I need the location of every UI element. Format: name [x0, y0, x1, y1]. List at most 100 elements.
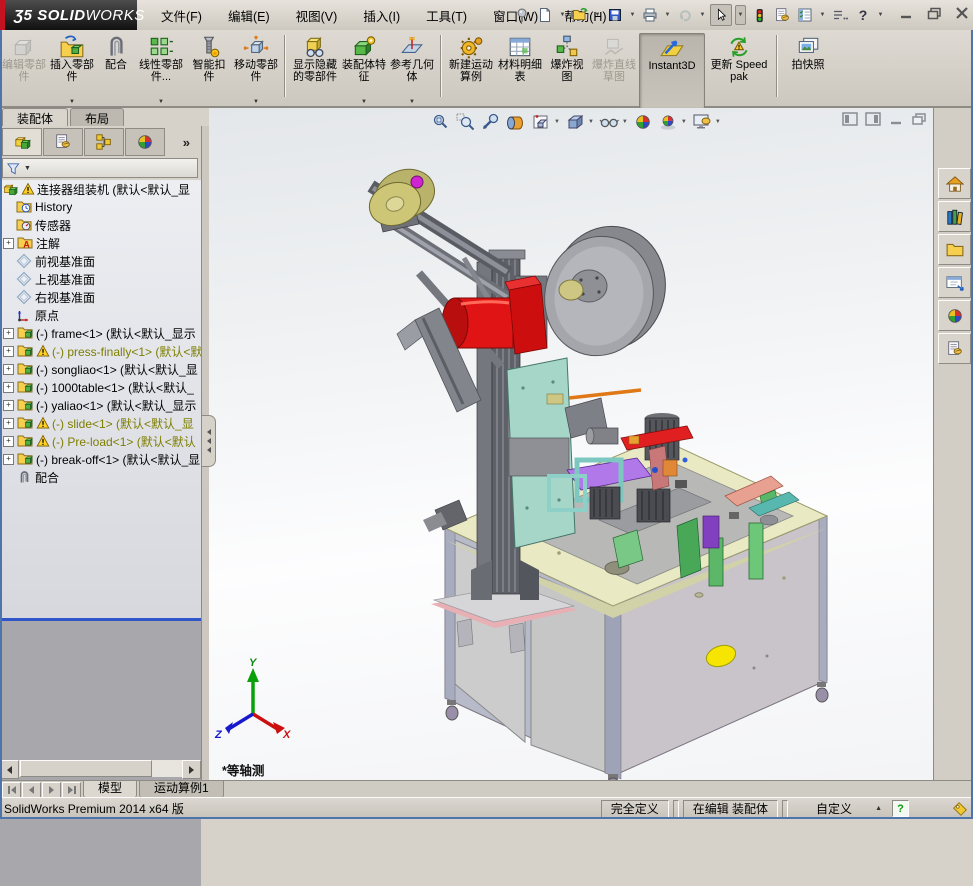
tab-layout[interactable]: 布局: [70, 108, 125, 126]
linear-component-pattern-button[interactable]: 线性零部件... ▼: [137, 33, 185, 107]
status-help-button[interactable]: ?: [892, 800, 909, 817]
previous-tab-button[interactable]: [22, 782, 41, 798]
scroll-left-button[interactable]: [0, 760, 19, 779]
help-icon[interactable]: ?: [853, 5, 873, 25]
select-cursor-icon[interactable]: [710, 4, 732, 26]
open-file-dropdown[interactable]: ▼: [593, 12, 602, 18]
help-dropdown[interactable]: ▼: [876, 12, 885, 18]
select-dropdown[interactable]: ▼: [735, 5, 746, 25]
print-icon[interactable]: [640, 5, 660, 25]
show-right-pane-icon[interactable]: [865, 112, 881, 126]
view-orientation-dropdown[interactable]: ▼: [554, 119, 560, 125]
expand-toggle[interactable]: [3, 345, 14, 357]
print-dropdown[interactable]: ▼: [663, 12, 672, 18]
panel-overflow-chevron[interactable]: »: [183, 135, 190, 150]
zoom-to-selection-icon[interactable]: [481, 113, 501, 131]
menu-tools[interactable]: 工具(T): [413, 6, 480, 25]
menu-edit[interactable]: 编辑(E): [215, 6, 283, 25]
save-dropdown[interactable]: ▼: [628, 12, 637, 18]
expand-toggle[interactable]: [3, 237, 14, 249]
assembly-features-button[interactable]: 装配体特征 ▼: [341, 33, 387, 107]
insert-component-button[interactable]: 插入零部件 ▼: [49, 33, 95, 107]
tree-item-songliao[interactable]: (-) songliao<1> (默认<默认_显: [0, 360, 201, 378]
display-style-icon[interactable]: [565, 113, 585, 131]
mate-button[interactable]: 配合: [97, 33, 135, 107]
tab-assembly[interactable]: 装配体: [2, 108, 69, 126]
expand-toggle[interactable]: [3, 453, 14, 465]
menu-insert[interactable]: 插入(I): [350, 6, 413, 25]
tree-item-break-off[interactable]: (-) break-off<1> (默认<默认_显: [0, 450, 201, 468]
scroll-right-button[interactable]: [182, 760, 201, 779]
tree-item-slide[interactable]: (-) slide<1> (默认<默认_显: [0, 414, 201, 432]
tree-item-history[interactable]: History: [0, 198, 201, 216]
new-motion-study-button[interactable]: 新建运动算例: [447, 33, 495, 107]
move-component-button[interactable]: 移动零部件 ▼: [233, 33, 279, 107]
view-orientation-icon[interactable]: [531, 113, 551, 131]
units-selector[interactable]: 自定义: [792, 801, 861, 817]
reference-geometry-button[interactable]: 参考几何体 ▼: [389, 33, 435, 107]
zoom-fit-icon[interactable]: [431, 113, 451, 131]
displaymanager-tab[interactable]: [125, 128, 165, 156]
document-restore-icon[interactable]: [911, 112, 927, 126]
view-settings-icon[interactable]: [692, 113, 712, 131]
dropdown-arrow[interactable]: ▼: [361, 99, 367, 105]
view-palette-tab[interactable]: [938, 267, 971, 298]
expand-toggle[interactable]: [3, 417, 14, 429]
instant3d-button[interactable]: Instant3D: [639, 33, 705, 109]
undo-dropdown[interactable]: ▼: [698, 12, 707, 18]
take-snapshot-button[interactable]: 拍快照: [783, 33, 833, 107]
motion-study-tab[interactable]: 运动算例1: [139, 781, 224, 798]
menu-file[interactable]: 文件(F): [148, 6, 215, 25]
tree-item-pre-load[interactable]: (-) Pre-load<1> (默认<默认: [0, 432, 201, 450]
open-file-icon[interactable]: [570, 5, 590, 25]
zoom-area-icon[interactable]: [456, 113, 476, 131]
apply-scene-dropdown[interactable]: ▼: [681, 119, 687, 125]
panel-horizontal-scrollbar[interactable]: [0, 760, 201, 779]
graphics-viewport[interactable]: ▼ ▼ ▼ ▼ ▼ Y X Z *等轴测: [209, 108, 933, 780]
tree-item-front-plane[interactable]: 前视基准面: [0, 252, 201, 270]
undo-icon[interactable]: [675, 5, 695, 25]
minimize-button[interactable]: [896, 5, 916, 21]
featuremanager-tab[interactable]: [2, 128, 42, 156]
apply-scene-icon[interactable]: [658, 113, 678, 131]
expand-toggle[interactable]: [3, 381, 14, 393]
scroll-thumb[interactable]: [20, 760, 152, 777]
dropdown-arrow[interactable]: ▼: [253, 99, 259, 105]
tree-item-right-plane[interactable]: 右视基准面: [0, 288, 201, 306]
panel-splitter-handle[interactable]: [202, 415, 216, 467]
configurationmanager-tab[interactable]: [84, 128, 124, 156]
tree-item-1000table[interactable]: (-) 1000table<1> (默认<默认_: [0, 378, 201, 396]
tree-item-annotations[interactable]: 注解: [0, 234, 201, 252]
options-dropdown[interactable]: ▼: [818, 12, 827, 18]
units-dropdown-arrow[interactable]: ▲: [875, 805, 882, 812]
section-view-icon[interactable]: [506, 113, 526, 131]
new-file-icon[interactable]: [535, 5, 555, 25]
orange-rod[interactable]: [568, 388, 642, 400]
design-library-tab[interactable]: [938, 201, 971, 232]
tree-item-frame[interactable]: (-) frame<1> (默认<默认_显示: [0, 324, 201, 342]
tree-item-root[interactable]: 连接器组装机 (默认<默认_显: [0, 180, 201, 198]
smart-fasteners-button[interactable]: 智能扣件: [187, 33, 231, 107]
model-tab[interactable]: 模型: [83, 781, 138, 798]
document-minimize-icon[interactable]: [888, 112, 904, 126]
tree-item-origin[interactable]: 原点: [0, 306, 201, 324]
edit-appearance-icon[interactable]: [633, 113, 653, 131]
next-tab-button[interactable]: [42, 782, 61, 798]
dropdown-arrow[interactable]: ▼: [158, 99, 164, 105]
restore-button[interactable]: [924, 5, 944, 21]
exploded-view-button[interactable]: 爆炸视图: [545, 33, 589, 107]
tree-item-mates[interactable]: 配合: [0, 468, 201, 486]
close-button[interactable]: [952, 5, 972, 21]
menu-view[interactable]: 视图(V): [283, 6, 351, 25]
main-reel-disc[interactable]: [532, 214, 678, 367]
bill-of-materials-button[interactable]: 材料明细表: [497, 33, 543, 107]
assembly-3d-model[interactable]: [209, 108, 933, 780]
show-hidden-components-button[interactable]: 显示隐藏的零部件: [291, 33, 339, 107]
expand-toggle[interactable]: [3, 327, 14, 339]
properties-icon[interactable]: [772, 5, 792, 25]
tree-item-yaliao[interactable]: (-) yaliao<1> (默认<默认_显示: [0, 396, 201, 414]
tree-item-sensors[interactable]: 传感器: [0, 216, 201, 234]
dropdown-arrow[interactable]: ▼: [69, 99, 75, 105]
propertymanager-tab[interactable]: [43, 128, 83, 156]
teal-plate[interactable]: [506, 357, 576, 549]
